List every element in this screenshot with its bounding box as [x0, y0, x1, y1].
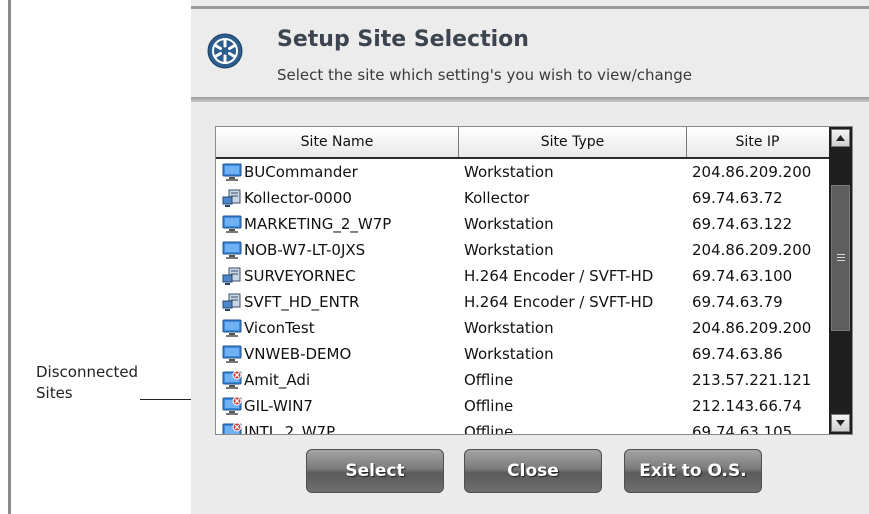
table-row[interactable]: Amit_Adi Offline 213.57.221.121	[216, 367, 829, 393]
column-header-site-ip[interactable]: Site IP	[687, 127, 828, 157]
annotation-line-2: Sites	[36, 384, 73, 402]
site-type-cell: Offline	[464, 423, 514, 435]
dialog-subtitle: Select the site which setting's you wish…	[277, 66, 692, 84]
dialog-title: Setup Site Selection	[277, 27, 529, 52]
offline-workstation-icon	[222, 396, 242, 415]
annotation-line-1: Disconnected	[36, 363, 139, 381]
site-ip-cell: 204.86.209.200	[692, 319, 812, 337]
table-row[interactable]: BUCommander Workstation 204.86.209.200	[216, 159, 829, 185]
site-name-cell: GIL-WIN7	[244, 397, 313, 415]
select-button[interactable]: Select	[306, 449, 444, 493]
server-icon	[222, 293, 241, 311]
site-name-cell: Amit_Adi	[244, 371, 311, 389]
site-type-cell: Workstation	[464, 319, 554, 337]
site-name-cell: ViconTest	[244, 319, 315, 337]
page-border	[8, 0, 11, 514]
scrollbar-thumb[interactable]	[831, 185, 850, 331]
scroll-up-button[interactable]	[831, 129, 850, 147]
thumb-grip	[837, 254, 845, 255]
table-row[interactable]: NOB-W7-LT-0JXS Workstation 204.86.209.200	[216, 237, 829, 263]
site-name-cell: SURVEYORNEC	[244, 267, 356, 285]
vertical-scrollbar[interactable]	[829, 127, 852, 434]
table-row[interactable]: ViconTest Workstation 204.86.209.200	[216, 315, 829, 341]
scroll-down-button[interactable]	[831, 414, 850, 432]
site-type-cell: Workstation	[464, 163, 554, 181]
table-row[interactable]: MARKETING_2_W7P Workstation 69.74.63.122	[216, 211, 829, 237]
column-header-site-name[interactable]: Site Name	[216, 127, 459, 157]
site-ip-cell: 204.86.209.200	[692, 241, 812, 259]
workstation-icon	[222, 241, 242, 259]
header-separator	[191, 97, 869, 102]
site-ip-cell: 69.74.63.79	[692, 293, 783, 311]
site-name-cell: Kollector-0000	[244, 189, 352, 207]
vicon-logo-icon	[207, 33, 243, 69]
site-ip-cell: 69.74.63.122	[692, 215, 793, 233]
table-row[interactable]: GIL-WIN7 Offline 212.143.66.74	[216, 393, 829, 419]
site-ip-cell: 69.74.63.105	[692, 423, 793, 435]
site-ip-cell: 69.74.63.100	[692, 267, 793, 285]
disconnected-sites-annotation: Disconnected Sites	[36, 362, 138, 404]
close-button[interactable]: Close	[464, 449, 602, 493]
exit-to-os-button[interactable]: Exit to O.S.	[624, 449, 762, 493]
column-header-site-type[interactable]: Site Type	[459, 127, 687, 157]
site-type-cell: H.264 Encoder / SVFT-HD	[464, 267, 654, 285]
site-ip-cell: 213.57.221.121	[692, 371, 812, 389]
site-ip-cell: 212.143.66.74	[692, 397, 802, 415]
dialog-header: Setup Site Selection Select the site whi…	[191, 9, 869, 97]
workstation-icon	[222, 319, 242, 337]
workstation-icon	[222, 345, 242, 363]
site-type-cell: Workstation	[464, 241, 554, 259]
site-name-cell: BUCommander	[244, 163, 358, 181]
offline-workstation-icon	[222, 422, 242, 434]
table-row[interactable]: SURVEYORNEC H.264 Encoder / SVFT-HD 69.74.…	[216, 263, 829, 289]
site-type-cell: Workstation	[464, 345, 554, 363]
table-row[interactable]: SVFT_HD_ENTR H.264 Encoder / SVFT-HD 69.74…	[216, 289, 829, 315]
table-row[interactable]: INTL_2_W7P Offline 69.74.63.105	[216, 419, 829, 435]
site-ip-cell: 204.86.209.200	[692, 163, 812, 181]
offline-workstation-icon	[222, 370, 242, 389]
site-name-cell: NOB-W7-LT-0JXS	[244, 241, 366, 259]
server-icon	[222, 267, 241, 285]
site-type-cell: Workstation	[464, 215, 554, 233]
site-list-header: Site Name Site Type Site IP	[216, 127, 829, 159]
arrow-up-icon	[836, 135, 845, 141]
site-name-cell: VNWEB-DEMO	[244, 345, 352, 363]
site-type-cell: H.264 Encoder / SVFT-HD	[464, 293, 654, 311]
site-name-cell: INTL_2_W7P	[244, 423, 336, 435]
site-name-cell: SVFT_HD_ENTR	[244, 293, 360, 311]
site-list: Site Name Site Type Site IP BUCommander W…	[215, 126, 853, 435]
thumb-grip	[837, 260, 845, 261]
site-ip-cell: 69.74.63.72	[692, 189, 783, 207]
site-type-cell: Kollector	[464, 189, 530, 207]
arrow-down-icon	[836, 420, 845, 426]
table-row[interactable]: VNWEB-DEMO Workstation 69.74.63.86	[216, 341, 829, 367]
workstation-icon	[222, 163, 242, 181]
table-row[interactable]: Kollector-0000 Kollector 69.74.63.72	[216, 185, 829, 211]
site-selection-dialog: Setup Site Selection Select the site whi…	[191, 0, 869, 514]
site-type-cell: Offline	[464, 397, 514, 415]
site-ip-cell: 69.74.63.86	[692, 345, 783, 363]
thumb-grip	[837, 257, 845, 258]
site-name-cell: MARKETING_2_W7P	[244, 215, 392, 233]
site-type-cell: Offline	[464, 371, 514, 389]
workstation-icon	[222, 215, 242, 233]
server-icon	[222, 189, 241, 207]
